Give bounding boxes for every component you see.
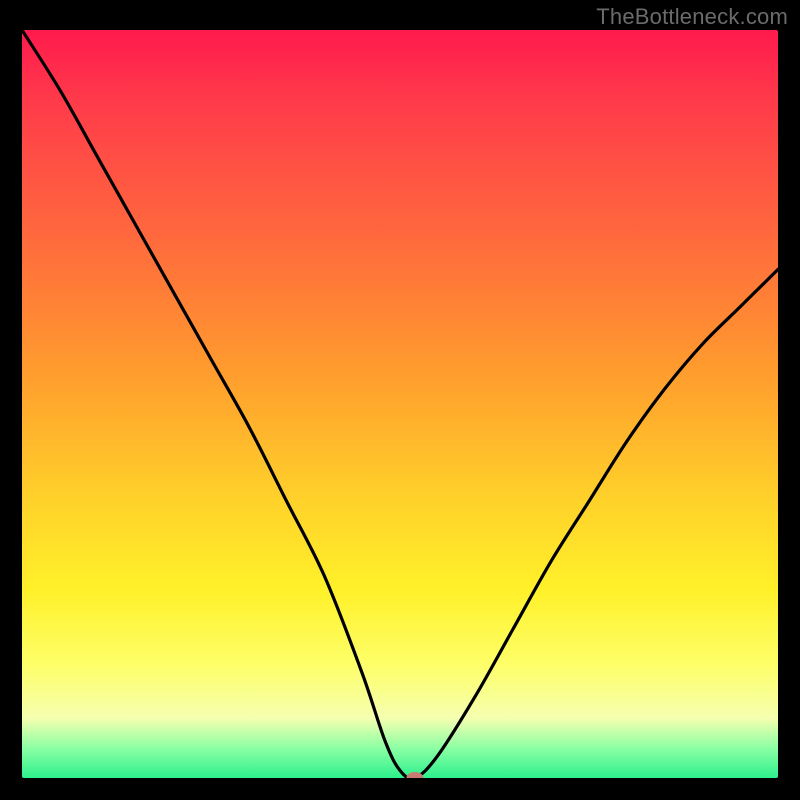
chart-frame: TheBottleneck.com <box>0 0 800 800</box>
background-gradient <box>22 30 778 778</box>
watermark-text: TheBottleneck.com <box>596 4 788 30</box>
plot-area <box>22 30 778 778</box>
optimal-marker-icon <box>407 772 424 778</box>
